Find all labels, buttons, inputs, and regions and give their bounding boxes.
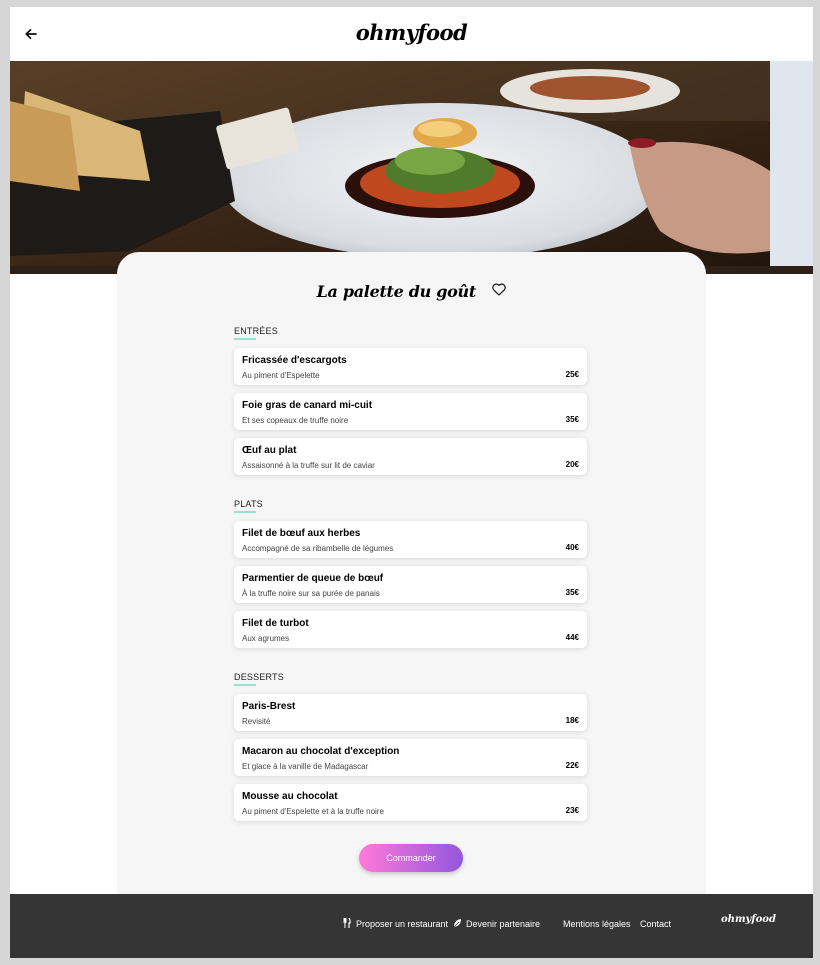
dish-name: Filet de turbot [242, 618, 309, 629]
dish-description: Et glace à la vanille de Madagascar [242, 762, 369, 771]
dish-price: 25€ [565, 370, 579, 379]
dish-card[interactable]: Parmentier de queue de bœuf À la truffe … [234, 566, 587, 603]
dish-price: 35€ [565, 415, 579, 424]
dish-card[interactable]: Fricassée d'escargots Au piment d'Espele… [234, 348, 587, 385]
menu-card: La palette du goût ENTRÉES Fricassée d'e… [117, 252, 706, 897]
hero-image [10, 61, 813, 274]
section-title-entrees: ENTRÉES [234, 326, 278, 336]
restaurant-name: La palette du goût [316, 282, 477, 301]
dish-price: 18€ [565, 716, 579, 725]
logo[interactable]: ohmyfood [10, 20, 813, 45]
section-title-desserts: DESSERTS [234, 672, 284, 682]
footer-link-become-partner[interactable]: Devenir partenaire [466, 919, 540, 929]
footer: Proposer un restaurant Devenir partenair… [10, 894, 813, 958]
dish-price: 35€ [565, 588, 579, 597]
dish-card[interactable]: Œuf au plat Assaisonné à la truffe sur l… [234, 438, 587, 475]
fork-knife-icon [343, 918, 351, 928]
section-underline [234, 511, 256, 513]
dish-card[interactable]: Paris-Brest Revisité 18€ [234, 694, 587, 731]
dish-name: Œuf au plat [242, 445, 297, 456]
dish-name: Paris-Brest [242, 701, 296, 712]
heart-outline-icon [492, 283, 507, 296]
footer-link-propose-restaurant[interactable]: Proposer un restaurant [356, 919, 448, 929]
dish-card[interactable]: Mousse au chocolat Au piment d'Espelette… [234, 784, 587, 821]
section-underline [234, 684, 256, 686]
dish-description: Accompagné de sa ribambelle de légumes [242, 544, 394, 553]
dish-description: Assaisonné à la truffe sur lit de caviar [242, 461, 375, 470]
order-button[interactable]: Commander [359, 844, 463, 872]
dish-description: Au piment d'Espelette [242, 371, 320, 380]
dish-name: Foie gras de canard mi-cuit [242, 400, 373, 411]
dish-name: Fricassée d'escargots [242, 355, 347, 366]
dish-description: À la truffe noire sur sa purée de panais [242, 589, 380, 598]
dish-name: Macaron au chocolat d'exception [242, 746, 400, 757]
dish-description: Revisité [242, 717, 271, 726]
dish-name: Filet de bœuf aux herbes [242, 528, 361, 539]
dish-price: 22€ [565, 761, 579, 770]
dish-card[interactable]: Filet de turbot Aux agrumes 44€ [234, 611, 587, 648]
dish-name: Mousse au chocolat [242, 791, 338, 802]
restaurant-title-row: La palette du goût [117, 282, 706, 301]
dish-price: 20€ [565, 460, 579, 469]
section-title-plats: PLATS [234, 499, 263, 509]
section-underline [234, 338, 256, 340]
leaf-icon [453, 919, 461, 928]
header: ohmyfood [10, 7, 813, 61]
dish-description: Au piment d'Espelette et à la truffe noi… [242, 807, 384, 816]
dish-name: Parmentier de queue de bœuf [242, 573, 384, 584]
favorite-button[interactable] [492, 283, 507, 301]
dish-card[interactable]: Macaron au chocolat d'exception Et glace… [234, 739, 587, 776]
dish-card[interactable]: Foie gras de canard mi-cuit Et ses copea… [234, 393, 587, 430]
footer-link-contact[interactable]: Contact [640, 919, 671, 929]
dish-card[interactable]: Filet de bœuf aux herbes Accompagné de s… [234, 521, 587, 558]
dish-description: Et ses copeaux de truffe noire [242, 416, 349, 425]
dish-price: 23€ [565, 806, 579, 815]
page: ohmyfood La palette du goût ENTRÉES Fric… [10, 7, 813, 958]
footer-link-legal[interactable]: Mentions légales [563, 919, 631, 929]
footer-logo[interactable]: ohmyfood [721, 914, 776, 925]
dish-price: 40€ [565, 543, 579, 552]
dish-price: 44€ [565, 633, 579, 642]
dish-description: Aux agrumes [242, 634, 290, 643]
